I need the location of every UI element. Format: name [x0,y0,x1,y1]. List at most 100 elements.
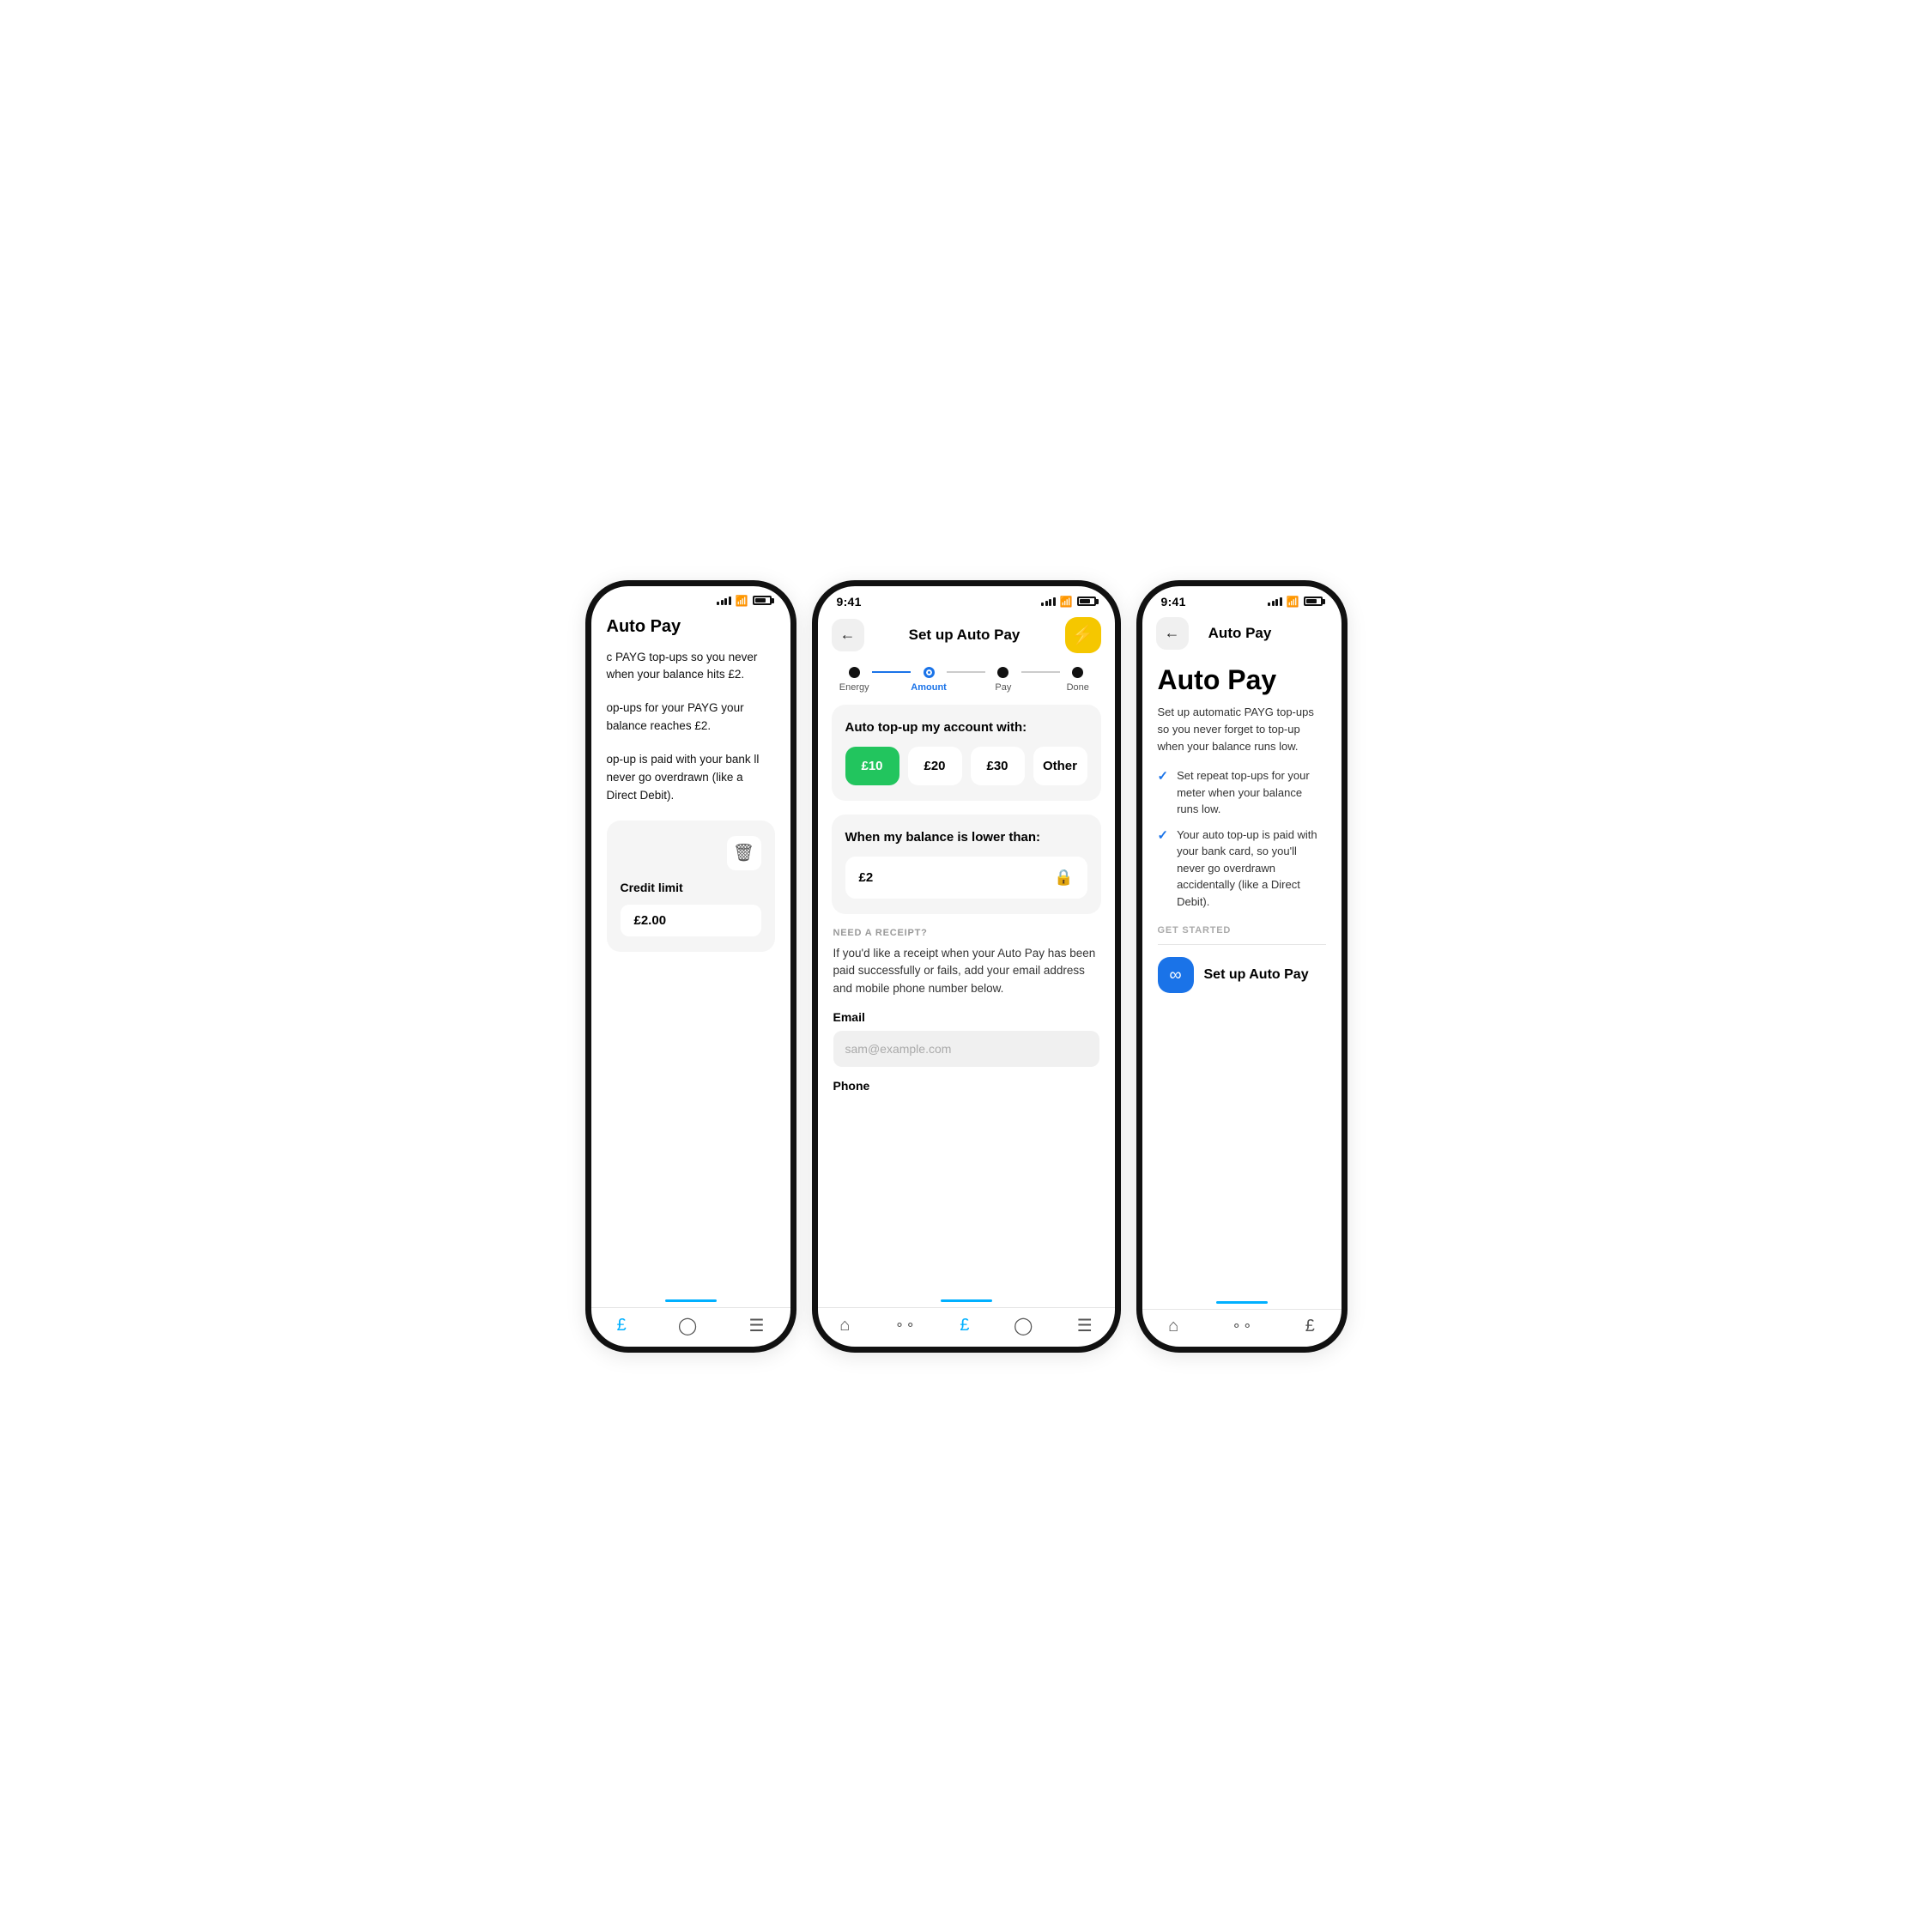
nav-activity[interactable]: ⚬⚬ [1231,1318,1252,1334]
check-mark-1: ✓ [1158,768,1169,784]
amount-10-button[interactable]: £10 [845,747,899,785]
check-mark-2: ✓ [1158,827,1169,843]
signal-icon [1268,597,1282,606]
step-label-amount: Amount [911,682,947,693]
auto-pay-desc: Set up automatic PAYG top-ups so you nev… [1158,704,1326,755]
check-list: ✓ Set repeat top-ups for your meter when… [1158,767,1326,910]
step-dot-energy [849,667,860,678]
step-pay: Pay [984,667,1022,693]
center-time: 9:41 [837,595,862,609]
wifi-icon: 📶 [736,595,748,607]
wifi-icon: 📶 [1060,596,1073,608]
setup-btn-label: Set up Auto Pay [1204,967,1309,983]
right-content: Auto Pay Set up automatic PAYG top-ups s… [1142,658,1341,1301]
battery-icon [1304,597,1323,606]
right-phone: 9:41 📶 ← Auto Pay Auto Pay Set up automa… [1136,580,1348,1353]
trash-button[interactable]: 🗑 [727,836,761,870]
credit-limit-label: Credit limit [621,881,683,894]
auto-pay-title: Auto Pay [1158,665,1326,695]
amount-card: Auto top-up my account with: £10 £20 £30… [832,705,1101,801]
left-content: Auto Pay c PAYG top-ups so you never whe… [591,610,790,1299]
left-phone: 📶 Auto Pay c PAYG top-ups so you never w… [585,580,796,1353]
lock-icon: 🔒 [1054,869,1073,887]
trash-icon: 🗑 [733,842,754,863]
center-scroll-content: Auto top-up my account with: £10 £20 £30… [818,701,1115,1299]
amount-card-title: Auto top-up my account with: [845,720,1087,735]
receipt-section: NEED A RECEIPT? If you'd like a receipt … [832,928,1101,1107]
left-body-text2: op-ups for your PAYG your balance reache… [607,700,775,736]
right-header-title: Auto Pay [1208,625,1272,642]
nav-menu[interactable]: ☰ [1077,1315,1093,1336]
back-arrow-icon: ← [840,626,856,644]
nav-help[interactable]: ◯ [1014,1315,1033,1336]
amount-20-button[interactable]: £20 [908,747,962,785]
phone-label: Phone [833,1079,1099,1093]
right-time: 9:41 [1161,595,1186,609]
check-text-2: Your auto top-up is paid with your bank … [1177,827,1325,911]
wifi-icon: 📶 [1287,596,1299,608]
lightning-icon: ⚡ [1071,624,1094,646]
nav-pound[interactable]: £ [960,1316,969,1335]
check-text-1: Set repeat top-ups for your meter when y… [1177,767,1325,818]
step-line-1 [872,671,911,673]
left-status-bar: 📶 [591,586,790,610]
check-item-2: ✓ Your auto top-up is paid with your ban… [1158,827,1326,911]
divider [1158,944,1326,945]
step-dot-amount [924,667,935,678]
center-header-title: Set up Auto Pay [909,627,1021,644]
get-started-label: GET STARTED [1158,925,1326,936]
nav-home[interactable]: ⌂ [1168,1317,1178,1336]
credit-limit-value: £2.00 [621,905,761,936]
setup-auto-pay-button[interactable]: ∞ Set up Auto Pay [1158,957,1326,993]
right-back-button[interactable]: ← [1156,617,1189,650]
receipt-label: NEED A RECEIPT? [833,928,1099,938]
receipt-desc: If you'd like a receipt when your Auto P… [833,945,1099,999]
nav-icon-pound[interactable]: £ [617,1316,627,1335]
balance-value: £2 [859,870,874,885]
amount-other-button[interactable]: Other [1033,747,1087,785]
credit-section: 🗑 Credit limit £2.00 [607,821,775,952]
nav-pound[interactable]: £ [1305,1317,1315,1336]
step-done: Done [1058,667,1097,693]
battery-icon [753,596,772,605]
nav-home[interactable]: ⌂ [839,1316,850,1335]
signal-icon [1041,597,1056,606]
center-phone: 9:41 📶 ← Set up Auto Pay ⚡ [812,580,1121,1353]
progress-steps: Energy Amount Pay Done [818,662,1115,701]
back-button[interactable]: ← [832,619,864,651]
infinity-icon: ∞ [1169,966,1181,985]
nav-icon-menu[interactable]: ☰ [748,1315,764,1336]
nav-icon-help[interactable]: ◯ [678,1315,697,1336]
center-bottom-nav: ⌂ ⚬⚬ £ ◯ ☰ [818,1307,1115,1347]
center-header: ← Set up Auto Pay ⚡ [818,612,1115,662]
lightning-button[interactable]: ⚡ [1065,617,1101,653]
back-arrow-icon: ← [1165,624,1180,642]
email-label: Email [833,1010,1099,1024]
right-status-bar: 9:41 📶 [1142,586,1341,612]
left-phone-title: Auto Pay [607,617,775,637]
center-status-bar: 9:41 📶 [818,586,1115,612]
bottom-bar-indicator [665,1299,717,1302]
right-bottom-nav: ⌂ ⚬⚬ £ [1142,1309,1341,1347]
step-line-3 [1021,671,1060,673]
bottom-bar-indicator [941,1299,992,1302]
step-label-done: Done [1067,682,1089,693]
left-body-text1: c PAYG top-ups so you never when your ba… [607,649,775,685]
step-dot-pay [997,667,1008,678]
nav-activity[interactable]: ⚬⚬ [894,1317,916,1333]
step-amount: Amount [909,667,948,693]
left-body-text3: op-up is paid with your bank ll never go… [607,751,775,805]
balance-card: When my balance is lower than: £2 🔒 [832,815,1101,914]
amount-30-button[interactable]: £30 [971,747,1025,785]
step-energy: Energy [835,667,874,693]
bottom-bar-indicator [1216,1301,1268,1304]
email-input[interactable]: sam@example.com [833,1031,1099,1067]
email-placeholder: sam@example.com [845,1042,952,1056]
right-header: ← Auto Pay [1142,612,1341,658]
step-dot-done [1072,667,1083,678]
battery-icon [1077,597,1096,606]
balance-input[interactable]: £2 🔒 [845,857,1087,899]
balance-card-title: When my balance is lower than: [845,830,1087,845]
signal-icon [717,597,731,605]
setup-btn-icon: ∞ [1158,957,1194,993]
